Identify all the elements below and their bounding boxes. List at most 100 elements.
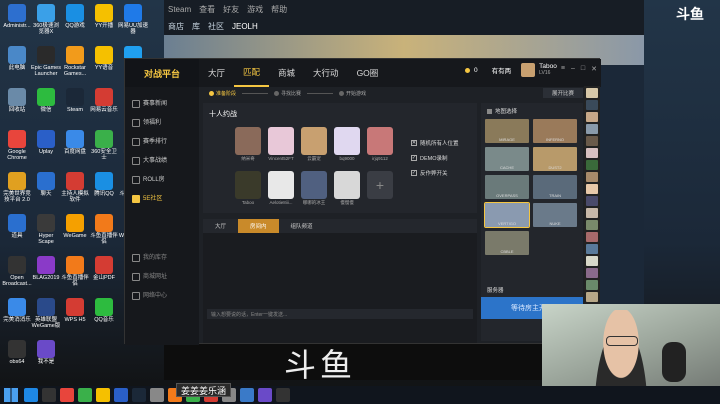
desktop-icon[interactable]: 百度网盘: [60, 130, 90, 155]
steam-menu-item[interactable]: 帮助: [271, 4, 287, 15]
friend-avatar[interactable]: [586, 160, 598, 170]
player-slot[interactable]: 哪哪的冰王: [301, 171, 327, 205]
desktop-icon[interactable]: Rockstar Games...: [60, 46, 90, 77]
map-thumb[interactable]: MIRAGE: [485, 119, 529, 143]
desktop-icon[interactable]: 网易UU加速器: [118, 4, 148, 35]
map-thumb[interactable]: VERTIGO: [484, 202, 530, 228]
taskbar-app-icon[interactable]: [60, 388, 74, 402]
maximize-icon[interactable]: □: [581, 65, 585, 73]
chat-tab[interactable]: 房间内: [238, 219, 279, 233]
steam-menu-item[interactable]: Steam: [168, 5, 191, 14]
minimize-icon[interactable]: –: [571, 65, 575, 73]
taskbar-active-title[interactable]: 姜姜姜乐涵: [176, 383, 232, 397]
desktop-icon[interactable]: 此电脑: [2, 46, 32, 71]
desktop-icon[interactable]: Epic Games Launcher: [31, 46, 61, 77]
player-slot[interactable]: Vincent52FT: [268, 127, 294, 161]
nav-tab[interactable]: GO圈: [348, 59, 388, 87]
steam-nav-tab[interactable]: 库: [192, 21, 200, 32]
desktop-icon[interactable]: WPS H5: [60, 298, 90, 323]
friend-avatar[interactable]: [586, 232, 598, 242]
app-logo[interactable]: 对战平台: [125, 59, 199, 87]
sidebar-item[interactable]: 大事战绩: [125, 150, 199, 169]
sidebar-item[interactable]: 赛事新闻: [125, 93, 199, 112]
sidebar-bottom-item[interactable]: 网络中心: [125, 285, 199, 304]
map-thumb[interactable]: TRAIN: [533, 175, 577, 199]
checkbox[interactable]: ✓: [411, 155, 417, 161]
friend-avatar[interactable]: [586, 268, 598, 278]
desktop-icon[interactable]: Open Broadcast...: [2, 256, 32, 287]
steam-menu-item[interactable]: 查看: [199, 4, 215, 15]
friend-avatar[interactable]: [586, 280, 598, 290]
friend-avatar[interactable]: [586, 220, 598, 230]
friend-avatar[interactable]: [586, 148, 598, 158]
friend-avatar[interactable]: [586, 184, 598, 194]
sidebar-bottom-item[interactable]: 商城网址: [125, 266, 199, 285]
desktop-icon[interactable]: YY语音: [89, 46, 119, 71]
player-slot[interactable]: Taboo: [235, 171, 261, 205]
windows-start-icon[interactable]: [4, 388, 18, 402]
checkbox[interactable]: ✕: [411, 140, 417, 146]
taskbar-app-icon[interactable]: [114, 388, 128, 402]
desktop-icon[interactable]: 完美消消乐: [2, 298, 32, 323]
taskbar-app-icon[interactable]: [132, 388, 146, 402]
taskbar-app-icon[interactable]: [150, 388, 164, 402]
desktop-icon[interactable]: 金山PDF: [89, 256, 119, 281]
desktop-icon[interactable]: Administr...: [2, 4, 32, 29]
steam-nav-tab[interactable]: 商店: [168, 21, 184, 32]
desktop-icon[interactable]: 完美世界竞技平台 2.0: [2, 172, 32, 203]
friend-avatar[interactable]: [586, 196, 598, 206]
sidebar-item[interactable]: 赛季排行: [125, 131, 199, 150]
friend-avatar[interactable]: [586, 100, 598, 110]
menu-icon[interactable]: ≡: [561, 65, 565, 73]
taskbar-app-icon[interactable]: [258, 388, 272, 402]
room-option[interactable]: ✓ 反作弊开关: [411, 169, 448, 177]
taskbar-app-icon[interactable]: [240, 388, 254, 402]
desktop-icon[interactable]: 网易云音乐: [89, 88, 119, 113]
map-thumb[interactable]: CACHE: [485, 147, 529, 171]
sidebar-item[interactable]: 5E社区: [125, 188, 199, 207]
nav-tab[interactable]: 大行动: [304, 59, 348, 87]
nav-tab[interactable]: 大厅: [199, 59, 234, 87]
steam-nav-tab[interactable]: JEOLH: [232, 22, 258, 31]
desktop-icon[interactable]: Uplay: [31, 130, 61, 155]
map-thumb[interactable]: INFERNO: [533, 119, 577, 143]
room-option[interactable]: ✓ DEMO录制: [411, 154, 448, 162]
desktop-icon[interactable]: QQ游戏: [60, 4, 90, 29]
player-slot[interactable]: 纳米奇: [235, 127, 261, 161]
desktop-icon[interactable]: BLAG2019: [31, 256, 61, 281]
chat-tab[interactable]: 组队频道: [279, 219, 325, 233]
taskbar-app-icon[interactable]: [78, 388, 92, 402]
taskbar-app-icon[interactable]: [96, 388, 110, 402]
map-thumb[interactable]: DUST2: [533, 147, 577, 171]
player-slot[interactable]: 云霸宠: [301, 127, 327, 161]
desktop-icon[interactable]: 斗鱼直播伴侣: [89, 214, 119, 245]
chat-tab[interactable]: 大厅: [203, 219, 238, 233]
map-thumb[interactable]: OVERPASS: [485, 175, 529, 199]
nav-tab[interactable]: 商城: [269, 59, 304, 87]
friend-avatar[interactable]: [586, 256, 598, 266]
close-icon[interactable]: ✕: [591, 65, 597, 73]
friend-avatar[interactable]: [586, 292, 598, 302]
desktop-icon[interactable]: 聊天: [31, 172, 61, 197]
desktop-icon[interactable]: 腾讯QQ: [89, 172, 119, 197]
friend-avatar[interactable]: [586, 88, 598, 98]
friend-avatar[interactable]: [586, 208, 598, 218]
sidebar-item[interactable]: ROLL房: [125, 169, 199, 188]
friend-avatar[interactable]: [586, 112, 598, 122]
steam-nav-tab[interactable]: 社区: [208, 21, 224, 32]
nav-tab[interactable]: 匹配: [234, 59, 270, 87]
desktop-icon[interactable]: 英雄联盟WeGame版: [31, 298, 61, 329]
steam-menu-item[interactable]: 好友: [223, 4, 239, 15]
player-slot[interactable]: Aelotie8iii...: [268, 171, 294, 205]
desktop-icon[interactable]: 360安全卫士: [89, 130, 119, 161]
player-slot[interactable]: irjq9112: [367, 127, 393, 161]
map-thumb[interactable]: NUKE: [533, 203, 577, 227]
desktop-icon[interactable]: 斗鱼直播伴侣: [60, 256, 90, 287]
desktop-icon[interactable]: obs64: [2, 340, 32, 365]
avatar[interactable]: [521, 63, 536, 77]
sidebar-item[interactable]: 领福利: [125, 112, 199, 131]
desktop-icon[interactable]: 回收站: [2, 88, 32, 113]
friend-avatar[interactable]: [586, 172, 598, 182]
room-option[interactable]: ✕ 随机所有人位置: [411, 139, 459, 147]
add-player-button[interactable]: +: [367, 171, 393, 199]
